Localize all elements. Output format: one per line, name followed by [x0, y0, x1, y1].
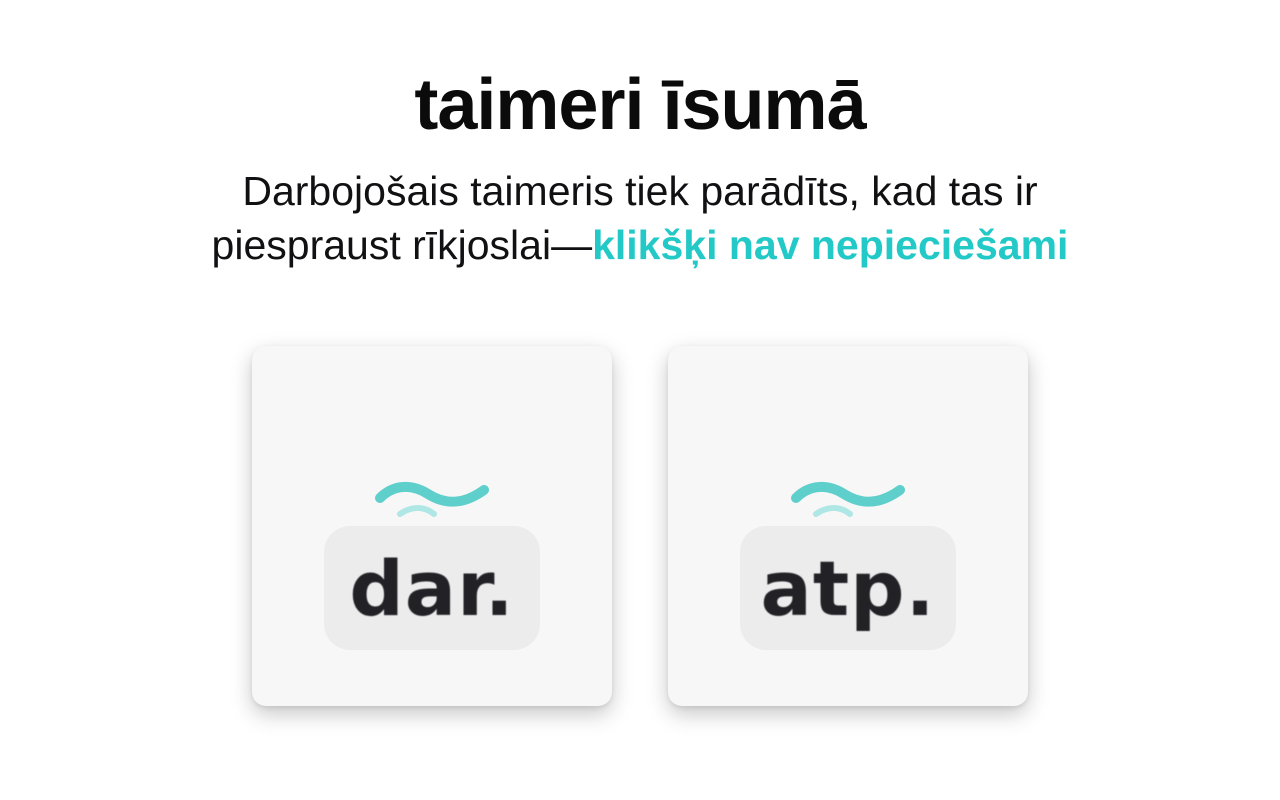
page-subtitle: Darbojošais taimeris tiek parādīts, kad …: [0, 164, 1280, 272]
timer-card-running: dar.: [252, 346, 612, 706]
subtitle-line-1: Darbojošais taimeris tiek parādīts, kad …: [242, 168, 1038, 214]
subtitle-accent: klikšķi nav nepieciešami: [592, 222, 1069, 268]
wave-icon: [791, 482, 905, 517]
timer-card-paused: atp.: [668, 346, 1028, 706]
subtitle-line-2: piespraust rīkjoslai—: [211, 222, 593, 268]
timer-badge-label: atp.: [760, 543, 936, 633]
wave-icon: [375, 482, 489, 517]
timer-badge: atp.: [740, 526, 956, 650]
timer-badge-label: dar.: [349, 543, 515, 633]
timer-badge: dar.: [324, 526, 540, 650]
promo-page: taimeri īsumā Darbojošais taimeris tiek …: [0, 0, 1280, 800]
page-title: taimeri īsumā: [414, 65, 866, 145]
